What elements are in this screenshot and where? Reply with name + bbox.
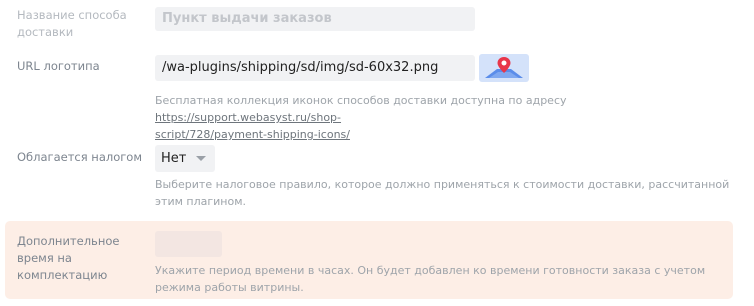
prep-time-input[interactable] bbox=[155, 231, 222, 257]
logo-url-label: URL логотипа bbox=[17, 59, 100, 73]
chevron-down-icon bbox=[196, 156, 206, 161]
tax-select-value: Нет bbox=[161, 151, 187, 166]
icons-collection-link[interactable]: https://support.webasyst.ru/shop-script/… bbox=[155, 111, 350, 141]
shipping-name-label: Название способа доставки bbox=[17, 8, 127, 39]
prep-time-label: Дополнительное время на комплектацию bbox=[17, 234, 120, 282]
logo-hint: Бесплатная коллекция иконок способов дос… bbox=[155, 92, 745, 143]
tax-select[interactable]: Нет bbox=[155, 145, 215, 172]
logo-preview bbox=[479, 54, 529, 82]
shipping-name-input[interactable]: Пункт выдачи заказов bbox=[155, 7, 475, 31]
tax-hint: Выберите налоговое правило, которое долж… bbox=[155, 178, 730, 208]
logo-url-input[interactable]: /wa-plugins/shipping/sd/img/sd-60x32.png bbox=[155, 55, 475, 81]
tax-label: Облагается налогом bbox=[17, 150, 143, 164]
logo-hint-text: Бесплатная коллекция иконок способов дос… bbox=[155, 94, 567, 107]
map-pin-icon bbox=[485, 57, 523, 78]
prep-time-hint: Укажите период времени в часах. Он будет… bbox=[155, 264, 706, 294]
